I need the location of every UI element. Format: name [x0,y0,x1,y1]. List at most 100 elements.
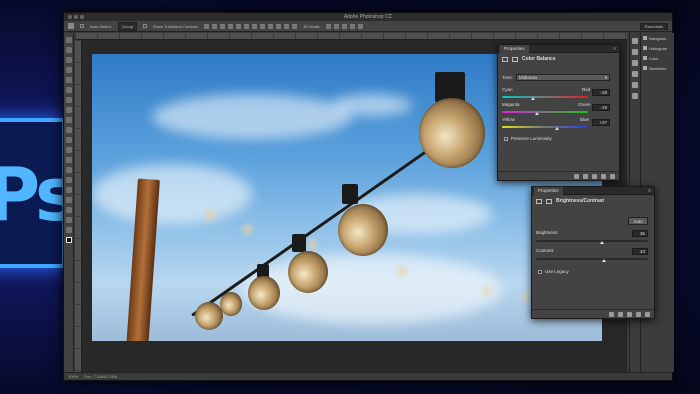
preserve-luminosity-label: Preserve Luminosity [511,136,552,141]
properties-tab[interactable]: Properties [500,44,529,53]
move-tool-icon[interactable] [68,23,74,29]
dodge-tool-icon[interactable] [66,167,72,173]
type-tool-icon[interactable] [66,187,72,193]
contrast-slider[interactable] [536,258,648,260]
history-brush-tool-icon[interactable] [66,127,72,133]
navigator-icon [643,36,647,40]
stamp-tool-icon[interactable] [66,117,72,123]
color-icon [643,56,647,60]
lasso-tool-icon[interactable] [66,57,72,63]
preserve-luminosity-checkbox[interactable]: ✓ [504,136,508,141]
panel-color[interactable]: Color [641,53,674,63]
marquee-tool-icon[interactable] [66,47,72,53]
visibility-icon[interactable] [601,173,606,179]
magenta-green-slider[interactable] [502,111,588,113]
cyan-red-thumb[interactable] [530,97,535,100]
3d-mode-icons[interactable] [326,23,364,29]
adjustments-panel-icon[interactable] [632,93,638,99]
bulb-socket [292,234,306,252]
auto-button[interactable]: Auto [628,217,648,225]
contrast-thumb[interactable] [602,259,607,262]
use-legacy-checkbox[interactable] [538,269,542,274]
magenta-green-value[interactable]: -18 [592,104,610,111]
hand-tool-icon[interactable] [66,217,72,223]
properties-panel-icon[interactable] [632,49,638,55]
healing-tool-icon[interactable] [66,97,72,103]
panel-navigator[interactable]: Navigator [641,33,674,43]
pen-tool-icon[interactable] [66,177,72,183]
cloud [242,254,502,324]
auto-select-dropdown[interactable]: Group [117,21,137,31]
light-bulb [419,98,485,168]
mask-icon[interactable] [546,198,552,204]
view-previous-icon[interactable] [583,173,588,179]
magenta-green-thumb[interactable] [535,112,540,115]
character-panel-icon[interactable] [632,71,638,77]
tone-dropdown[interactable]: Midtones ▾ [516,74,610,81]
yellow-blue-value[interactable]: +27 [592,119,610,126]
contrast-value[interactable]: 34 [632,248,648,255]
panel-menu-icon[interactable]: ≡ [648,188,651,194]
panel-swatches[interactable]: Swatches [641,63,674,73]
eyedropper-tool-icon[interactable] [66,87,72,93]
panel-menu-icon[interactable]: ≡ [613,46,616,52]
window-controls[interactable] [68,15,84,19]
tone-value: Midtones [519,75,538,80]
reset-icon[interactable] [627,311,632,317]
options-bar: Auto-Select: Group Show Transform Contro… [64,21,672,32]
align-icons[interactable] [204,23,298,29]
visibility-icon[interactable] [636,311,641,317]
path-select-tool-icon[interactable] [66,197,72,203]
clip-to-layer-icon[interactable] [574,173,579,179]
cyan-red-slider[interactable] [502,96,588,98]
bokeh [397,266,408,277]
yellow-blue-slider[interactable] [502,126,588,128]
paragraph-panel-icon[interactable] [632,82,638,88]
trash-icon[interactable] [645,311,650,317]
contrast-label: Contrast: [536,248,555,253]
blur-tool-icon[interactable] [66,157,72,163]
cloud [332,94,412,116]
clip-to-layer-icon[interactable] [609,311,614,317]
yellow-blue-thumb[interactable] [554,127,559,130]
brightness-contrast-panel: Properties ≡ Brightness/Contrast Auto Br… [531,186,655,319]
reset-icon[interactable] [592,173,597,179]
history-panel-icon[interactable] [632,38,638,44]
brightness-label: Brightness: [536,230,559,235]
workspace-switcher[interactable]: Essentials [639,23,668,30]
zoom-tool-icon[interactable] [66,227,72,233]
gradient-tool-icon[interactable] [66,147,72,153]
brightness-slider[interactable] [536,240,648,242]
mask-icon[interactable] [512,56,518,62]
brightness-value[interactable]: 36 [632,230,648,237]
red-label: Red [582,87,591,92]
panel-histogram[interactable]: Histogram [641,43,674,53]
blue-label: Blue [580,117,590,122]
show-transform-checkbox[interactable] [142,24,147,28]
doc-info[interactable]: Doc: 7.31M/7.31M [84,374,117,379]
auto-select-checkbox[interactable] [80,24,84,28]
brush-tool-icon[interactable] [66,107,72,113]
brightness-contrast-icon [536,198,542,204]
panel-title: Brightness/Contrast [532,195,654,207]
shape-tool-icon[interactable] [66,207,72,213]
color-swatches-icon[interactable] [66,237,72,243]
view-previous-icon[interactable] [618,311,623,317]
brightness-thumb[interactable] [600,241,605,244]
eraser-tool-icon[interactable] [66,137,72,143]
panel-header: Properties ≡ [498,44,619,53]
quick-select-tool-icon[interactable] [66,67,72,73]
color-balance-panel: Properties ≡ Color Balance Tone: Midtone… [497,44,620,181]
brush-panel-icon[interactable] [632,60,638,66]
vertical-ruler[interactable] [75,40,82,372]
green-label: Green [578,102,591,107]
cyan-red-value[interactable]: -28 [592,89,610,96]
trash-icon[interactable] [610,173,615,179]
properties-tab[interactable]: Properties [534,186,563,195]
preserve-luminosity-row: ✓ Preserve Luminosity [504,136,552,141]
move-tool-icon[interactable] [66,37,72,43]
horizontal-ruler[interactable] [75,33,627,40]
tools-panel [64,33,74,372]
zoom-level[interactable]: 100% [68,374,78,379]
crop-tool-icon[interactable] [66,77,72,83]
